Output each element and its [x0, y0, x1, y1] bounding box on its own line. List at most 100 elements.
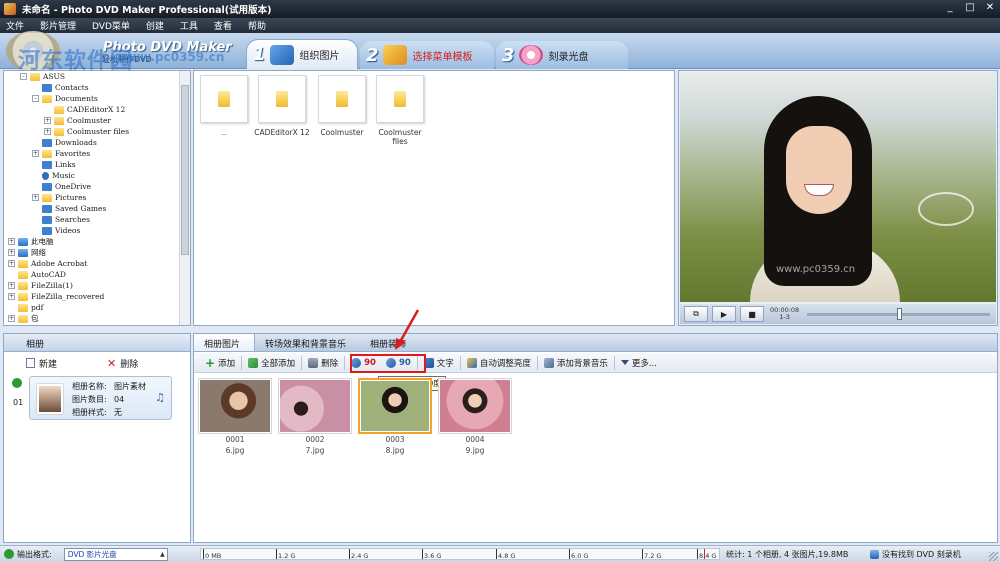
folder-tree[interactable]: - ASUS Contacts - Documents CADEditorX 12 + Coo…: [3, 70, 191, 326]
file-item-cadeditor[interactable]: CADEditorX 12: [252, 75, 312, 137]
collapse-icon[interactable]: -: [20, 73, 27, 80]
photo-caption: 0003 8.jpg: [358, 434, 432, 456]
tree-item[interactable]: + Coolmuster: [4, 115, 190, 126]
menu-help[interactable]: 帮助: [240, 19, 274, 32]
file-thumb: [258, 75, 306, 123]
tree-item[interactable]: + 包: [4, 313, 190, 324]
new-album-button[interactable]: 新建: [26, 357, 57, 370]
tree-item[interactable]: OneDrive: [4, 181, 190, 192]
album-tab[interactable]: 相册: [4, 334, 190, 352]
disc-icon: [518, 45, 543, 65]
tree-item[interactable]: + 此电脑: [4, 236, 190, 247]
delete-button[interactable]: 删除: [303, 355, 343, 371]
add-all-label: 全部添加: [261, 358, 296, 369]
tree-item[interactable]: + Adobe Acrobat: [4, 258, 190, 269]
app-icon: [4, 3, 16, 15]
tree-item[interactable]: Videos: [4, 225, 190, 236]
capacity-tick: 3.6 G: [421, 549, 442, 560]
special-folder-icon: [42, 182, 52, 191]
photo-thumb[interactable]: [278, 378, 352, 434]
menu-movie[interactable]: 影片管理: [32, 19, 84, 32]
expand-icon[interactable]: +: [8, 315, 15, 322]
tree-item[interactable]: - ASUS: [4, 71, 190, 82]
tab-transitions-music[interactable]: 转场效果和背景音乐: [255, 334, 360, 351]
tree-item[interactable]: + FileZilla(1): [4, 280, 190, 291]
separator: [241, 355, 243, 370]
add-music-button[interactable]: 添加背景音乐: [539, 355, 613, 371]
step-choose-menu-template[interactable]: 2 选择菜单模板: [360, 41, 494, 69]
expand-icon[interactable]: +: [44, 117, 51, 124]
album-photos-panel: 相册图片 转场效果和背景音乐 相册装饰 + 添加 全部添加 删除 90 90 文字…: [193, 309, 998, 543]
menu-create[interactable]: 创建: [138, 19, 172, 32]
frame-button[interactable]: ⧉: [684, 306, 708, 322]
player-controls: ⧉ ▶ ■ 00:00:08 1-3: [680, 304, 996, 324]
expand-icon[interactable]: +: [44, 128, 51, 135]
folder-icon: [18, 303, 28, 312]
tree-item[interactable]: + FileZilla_recovered: [4, 291, 190, 302]
expand-icon[interactable]: +: [32, 150, 39, 157]
tree-item[interactable]: + 网络: [4, 247, 190, 258]
tree-item[interactable]: pdf: [4, 302, 190, 313]
photo-thumb-selected[interactable]: [358, 378, 432, 434]
file-item-parent[interactable]: ..: [194, 75, 254, 137]
add-button[interactable]: + 添加: [200, 355, 240, 371]
menu-view[interactable]: 查看: [206, 19, 240, 32]
tree-item[interactable]: + Coolmuster files: [4, 126, 190, 137]
bicycle-shape: [918, 192, 974, 226]
delete-album-button[interactable]: ✕ 删除: [107, 357, 138, 370]
more-button[interactable]: 更多...: [616, 355, 662, 371]
tree-item[interactable]: Searches: [4, 214, 190, 225]
expand-icon[interactable]: +: [8, 249, 15, 256]
expand-icon[interactable]: +: [8, 238, 15, 245]
collapse-icon[interactable]: -: [32, 95, 39, 102]
tree-item[interactable]: + Favorites: [4, 148, 190, 159]
preview-image: www.pc0359.cn: [680, 72, 996, 302]
menu-file[interactable]: 文件: [0, 19, 32, 32]
album-item[interactable]: 01 相册名称: 图片素材 图片数目: 04 相册样式: 无 ♫: [7, 376, 190, 420]
expand-icon[interactable]: +: [8, 293, 15, 300]
album-thumbnail: [37, 384, 63, 414]
add-icon: +: [205, 355, 216, 370]
tree-item[interactable]: Music: [4, 170, 190, 181]
album-card[interactable]: 相册名称: 图片素材 图片数目: 04 相册样式: 无 ♫: [29, 376, 172, 420]
scrollbar-thumb[interactable]: [181, 85, 189, 255]
close-icon[interactable]: ✕: [984, 2, 996, 13]
playback-slider[interactable]: [807, 307, 990, 320]
maximize-icon[interactable]: □: [964, 2, 976, 13]
file-item-coolmuster[interactable]: Coolmuster: [312, 75, 372, 137]
play-button[interactable]: ▶: [712, 306, 736, 322]
tree-item[interactable]: Downloads: [4, 137, 190, 148]
preview-panel: www.pc0359.cn ⧉ ▶ ■ 00:00:08 1-3: [678, 70, 998, 326]
tree-item-label: Favorites: [55, 149, 91, 158]
photo-thumb[interactable]: [438, 378, 512, 434]
auto-adjust-button[interactable]: 自动调整亮度: [462, 355, 536, 371]
slider-knob[interactable]: [897, 307, 903, 320]
tree-item[interactable]: CADEditorX 12: [4, 104, 190, 115]
tree-item[interactable]: Saved Games: [4, 203, 190, 214]
expand-icon[interactable]: +: [8, 282, 15, 289]
minimize-icon[interactable]: _: [944, 2, 956, 13]
output-format-select[interactable]: DVD 影片光盘: [63, 547, 168, 561]
tree-item[interactable]: Contacts: [4, 82, 190, 93]
file-browser[interactable]: .. CADEditorX 12 Coolmuster Coolmuster f…: [193, 70, 675, 326]
tree-item[interactable]: AutoCAD: [4, 269, 190, 280]
stop-button[interactable]: ■: [740, 306, 764, 322]
tree-item[interactable]: + Pictures: [4, 192, 190, 203]
tab-album-photos[interactable]: 相册图片: [194, 334, 256, 351]
expand-icon[interactable]: +: [8, 260, 15, 267]
tree-scrollbar[interactable]: [179, 71, 190, 325]
add-all-button[interactable]: 全部添加: [243, 355, 300, 371]
folder-icon: [42, 193, 52, 202]
expand-icon[interactable]: +: [32, 194, 39, 201]
play-icon[interactable]: [12, 378, 22, 388]
resize-grip-icon[interactable]: [989, 552, 998, 561]
tree-item[interactable]: Links: [4, 159, 190, 170]
step-burn-disc[interactable]: 3 刻录光盘: [496, 41, 628, 69]
new-icon: [26, 358, 35, 368]
tree-item[interactable]: - Documents: [4, 93, 190, 104]
step-organize-photos[interactable]: 1 组织图片: [246, 39, 358, 69]
file-item-coolmuster-files[interactable]: Coolmuster files: [370, 75, 430, 146]
menu-dvd[interactable]: DVD菜单: [84, 19, 138, 32]
menu-tools[interactable]: 工具: [172, 19, 206, 32]
photo-thumb[interactable]: [198, 378, 272, 434]
